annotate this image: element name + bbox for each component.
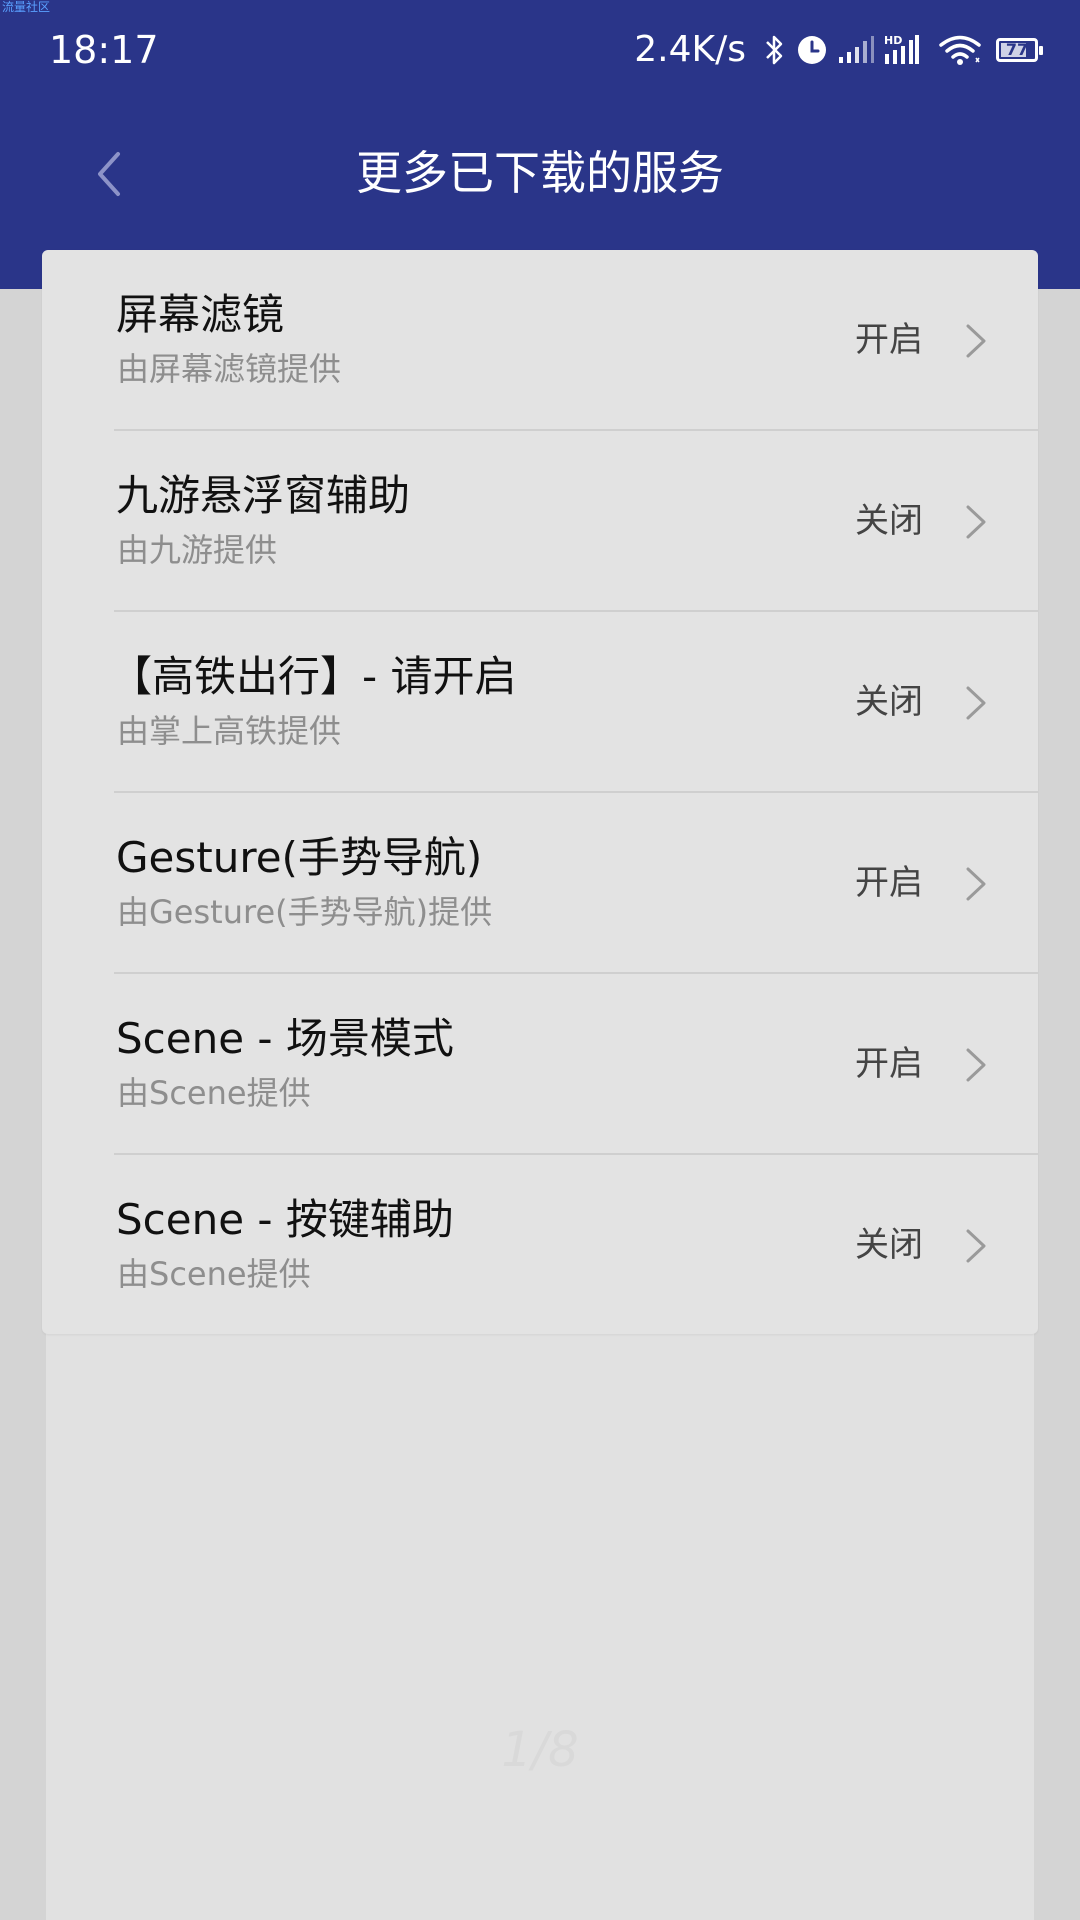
background-sheet: 1/8 [46,1330,1034,1920]
service-provider: 由Gesture(手势导航)提供 [117,893,493,931]
battery-icon: 77 [996,38,1043,62]
wifi-icon [938,34,982,66]
service-title: 【高铁出行】- 请开启 [110,652,517,701]
service-provider: 由屏幕滤镜提供 [117,350,342,388]
app-header: 流量社区 18:17 2.4K/s HD 77 更多已下载的服务 [0,0,1080,289]
svg-text:HD: HD [884,34,902,47]
service-provider: 由掌上高铁提供 [117,712,342,750]
service-title: Gesture(手势导航) [116,833,483,882]
cell-signal-icon [838,35,874,65]
chevron-right-icon [966,1048,986,1082]
service-provider: 由Scene提供 [117,1255,311,1293]
service-row[interactable]: 屏幕滤镜 由屏幕滤镜提供 开启 [42,250,1038,431]
service-status: 关闭 [855,1225,923,1265]
bluetooth-icon [764,33,786,67]
service-row[interactable]: 【高铁出行】- 请开启 由掌上高铁提供 关闭 [42,612,1038,793]
service-status: 关闭 [855,682,923,722]
service-row[interactable]: 九游悬浮窗辅助 由九游提供 关闭 [42,431,1038,612]
service-title: 屏幕滤镜 [116,290,285,339]
page-indicator: 1/8 [501,1722,579,1778]
service-provider: 由Scene提供 [117,1074,311,1112]
service-title: 九游悬浮窗辅助 [116,471,411,520]
service-row[interactable]: Gesture(手势导航) 由Gesture(手势导航)提供 开启 [42,793,1038,974]
chevron-right-icon [966,867,986,901]
page-title: 更多已下载的服务 [356,146,724,200]
watermark-text: 流量社区 [2,0,51,14]
status-icons: 2.4K/s HD 77 [634,28,1043,72]
service-status: 开启 [855,320,923,360]
status-time: 18:17 [49,28,159,72]
service-row[interactable]: Scene - 场景模式 由Scene提供 开启 [42,974,1038,1155]
chevron-right-icon [966,324,986,358]
chevron-right-icon [966,686,986,720]
service-status: 开启 [855,1044,923,1084]
network-speed: 2.4K/s [634,29,746,70]
hd-signal-icon: HD [884,34,920,66]
service-title: Scene - 场景模式 [116,1014,454,1063]
screen: 流量社区 18:17 2.4K/s HD 77 更多已下载的服务 1/8 屏幕滤… [0,0,1080,1920]
service-title: Scene - 按键辅助 [116,1195,454,1244]
alarm-icon [796,34,828,66]
service-status: 关闭 [855,501,923,541]
chevron-right-icon [966,1229,986,1263]
battery-level-text: 77 [1005,40,1029,59]
service-provider: 由九游提供 [117,531,278,569]
chevron-right-icon [966,505,986,539]
services-card: 屏幕滤镜 由屏幕滤镜提供 开启 九游悬浮窗辅助 由九游提供 关闭 【高铁出行】-… [42,250,1038,1334]
service-row[interactable]: Scene - 按键辅助 由Scene提供 关闭 [42,1155,1038,1334]
service-status: 开启 [855,863,923,903]
